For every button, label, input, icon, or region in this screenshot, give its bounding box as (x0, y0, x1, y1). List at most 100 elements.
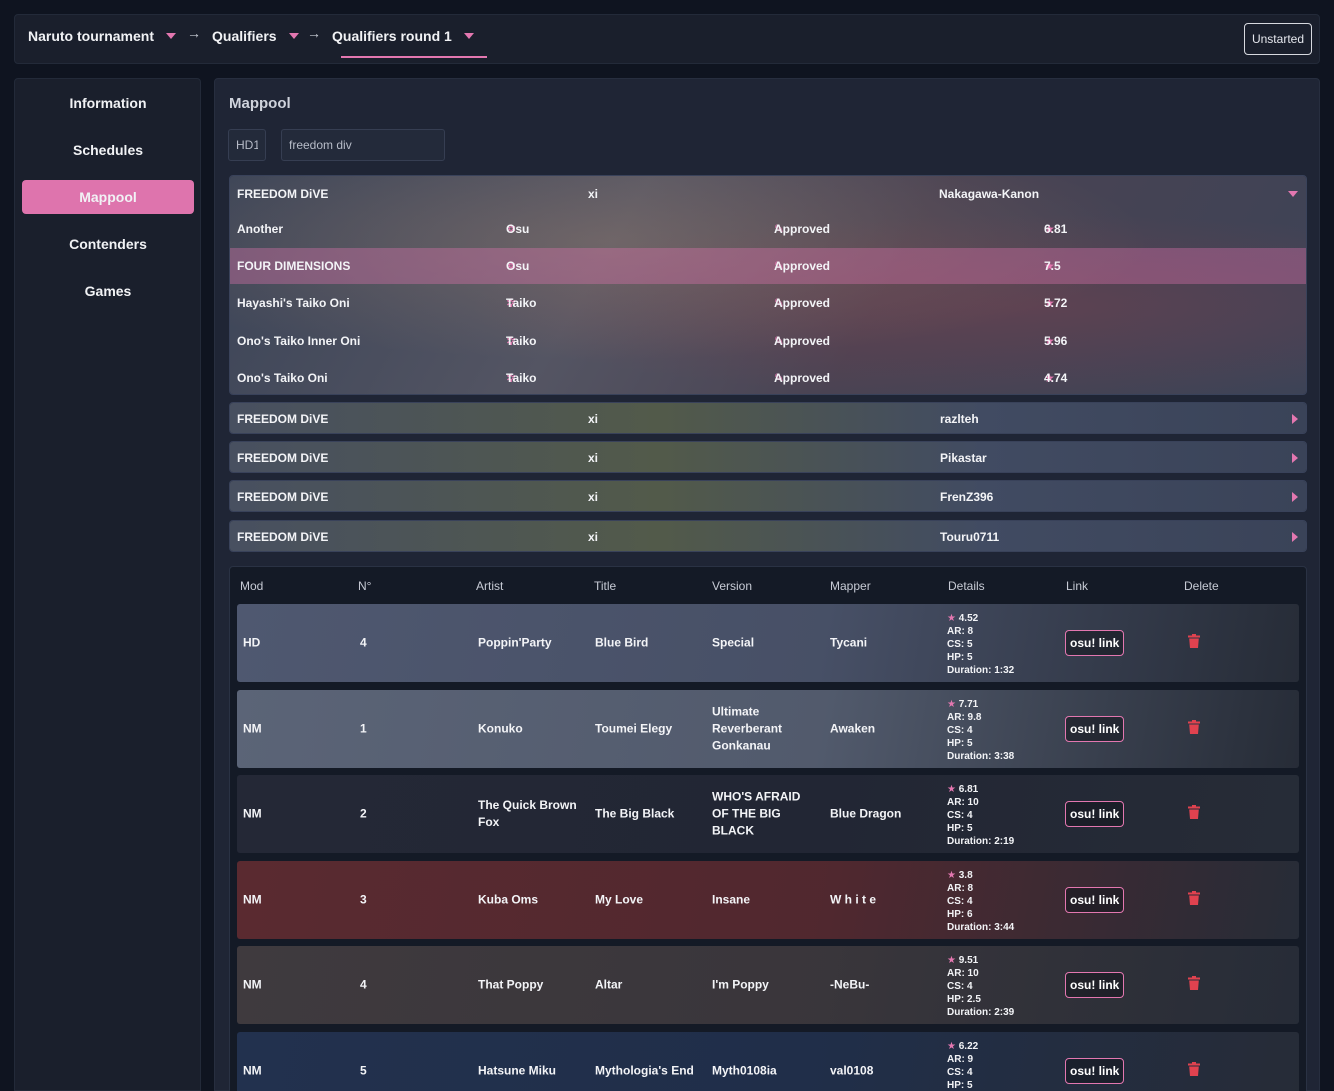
sidebar-item-contenders[interactable]: Contenders (22, 227, 194, 261)
osu-link-button[interactable]: osu! link (1065, 1057, 1125, 1084)
number-cell: 1 (360, 721, 367, 735)
beatmapset-panel[interactable]: FREEDOM DiVE xi FrenZ396 (229, 480, 1307, 512)
main-content: Mappool FREEDOM DiVE xi Nakagawa-Kanon A… (214, 78, 1320, 1091)
details-cell: ★ 7.71 AR: 9.8 CS: 4 HP: 5 Duration: 3:38 (947, 698, 1014, 763)
column-header-link: Link (1066, 579, 1089, 593)
mod-cell: NM (243, 721, 262, 735)
osu-link-button[interactable]: osu! link (1065, 886, 1125, 913)
sidebar-item-mappool[interactable]: Mappool (22, 180, 194, 214)
breadcrumb-round-label: Qualifiers round 1 (332, 28, 452, 44)
breadcrumb: Naruto tournament → Qualifiers → Qualifi… (14, 14, 1320, 64)
detail-cs: CS: 4 (947, 1066, 973, 1078)
chevron-right-icon[interactable] (1292, 414, 1298, 424)
mod-input[interactable] (228, 129, 266, 161)
osu-link-button[interactable]: osu! link (1065, 630, 1125, 656)
star-icon: ★ (947, 784, 956, 795)
beatmapset-artist: xi (588, 412, 599, 426)
osu-link-button[interactable]: osu! link (1065, 801, 1125, 827)
trash-icon[interactable] (1188, 1061, 1200, 1076)
detail-duration: Duration: 2:39 (947, 1007, 1015, 1018)
chevron-down-icon[interactable] (288, 33, 299, 39)
status-label: Approved (774, 259, 831, 273)
beatmapset-panel[interactable]: FREEDOM DiVE xi razlteh (229, 402, 1307, 434)
beatmapset-artist: xi (588, 490, 599, 504)
title-cell: Mythologia's End (595, 1063, 694, 1077)
difficulty-row[interactable]: FOUR DIMENSIONS ✲ Osu ✎ Approved ★ 7.5 (230, 248, 1306, 284)
mod-cell: NM (243, 806, 262, 821)
search-input[interactable] (281, 129, 445, 161)
number-cell: 3 (360, 892, 367, 906)
star-value: 6.81 (1044, 222, 1068, 236)
chevron-down-icon[interactable] (463, 33, 474, 39)
detail-stars: 4.52 (958, 613, 979, 624)
chevron-right-icon[interactable] (1292, 532, 1298, 542)
chevron-down-icon[interactable] (1288, 191, 1298, 197)
beatmapset-artist: xi (588, 187, 599, 201)
difficulty-row[interactable]: Another ✲ Osu ✎ Approved ★ 6.81 (230, 211, 1306, 247)
difficulty-row[interactable]: Ono's Taiko Oni ✲ Taiko ✎ Approved ★ 4.74 (230, 360, 1306, 394)
chevron-down-icon[interactable] (166, 33, 176, 39)
difficulty-row[interactable]: Hayashi's Taiko Oni ✲ Taiko ✎ Approved ★ 5.… (230, 285, 1306, 321)
osu-link-button[interactable]: osu! link (1065, 972, 1125, 998)
chevron-right-icon[interactable] (1292, 453, 1298, 463)
breadcrumb-stage[interactable]: Qualifiers (212, 15, 299, 57)
table-row: NM 3 Kuba Oms My Love Insane W h i t e ★ 3.8 AR… (237, 860, 1299, 939)
status-label: Approved (774, 222, 831, 236)
mapper-cell: W h i t e (830, 892, 876, 906)
beatmapset-panel[interactable]: FREEDOM DiVE xi Touru0711 (229, 520, 1307, 552)
status-button[interactable]: Unstarted (1243, 23, 1312, 55)
table-row: NM 4 That Poppy Altar I'm Poppy -NeBu- ★ 9.51 A… (237, 946, 1299, 1024)
column-header-mapper: Mapper (830, 579, 871, 593)
sidebar-item-games[interactable]: Games (22, 274, 194, 308)
breadcrumb-stage-label: Qualifiers (212, 28, 277, 44)
trash-icon[interactable] (1188, 634, 1200, 648)
sidebar: Information Schedules Mappool Contenders… (14, 78, 201, 1091)
breadcrumb-round[interactable]: Qualifiers round 1 (332, 15, 474, 57)
beatmapset-panel[interactable]: FREEDOM DiVE xi Nakagawa-Kanon Another ✲ … (229, 175, 1307, 395)
details-cell: ★ 9.51 AR: 10 CS: 4 HP: 2.5 Duration: 2:39 (947, 954, 1014, 1019)
sidebar-item-information[interactable]: Information (22, 86, 194, 120)
page-title: Mappool (229, 95, 291, 112)
column-header-details: Details (948, 579, 985, 593)
mode-label: Taiko (506, 334, 537, 348)
detail-ar: AR: 10 (947, 797, 979, 808)
beatmapset-panel[interactable]: FREEDOM DiVE xi Pikastar (229, 441, 1307, 473)
detail-cs: CS: 5 (947, 639, 973, 650)
beatmapset-title: FREEDOM DiVE (237, 187, 329, 201)
beatmapset-artist: xi (588, 530, 599, 544)
difficulty-row[interactable]: Ono's Taiko Inner Oni ✲ Taiko ✎ Approved ★ … (230, 323, 1306, 359)
star-icon: ★ (947, 869, 956, 881)
active-crumb-underline (341, 56, 487, 58)
osu-link-button[interactable]: osu! link (1065, 715, 1125, 742)
version-cell: Myth0108ia (712, 1063, 777, 1077)
trash-icon[interactable] (1188, 976, 1200, 990)
details-cell: ★ 6.22 AR: 9 CS: 4 HP: 5 (947, 1040, 978, 1091)
mapper-cell: Blue Dragon (830, 806, 902, 821)
mapper-cell: Tycani (830, 635, 868, 650)
trash-icon[interactable] (1188, 719, 1200, 734)
chevron-right-icon[interactable] (1292, 492, 1298, 502)
mod-cell: NM (243, 977, 262, 992)
detail-cs: CS: 4 (947, 724, 973, 736)
mod-cell: NM (243, 1063, 262, 1077)
version-cell: Insane (712, 892, 751, 906)
table-row: NM 5 Hatsune Miku Mythologia's End Myth0108i… (237, 1031, 1299, 1091)
trash-icon[interactable] (1188, 890, 1200, 905)
detail-ar: AR: 9.8 (947, 711, 982, 723)
detail-duration: Duration: 2:19 (947, 836, 1015, 847)
version-cell: Ultimate Reverberant Gonkanau (712, 704, 783, 752)
mod-cell: HD (243, 635, 261, 650)
sidebar-item-schedules[interactable]: Schedules (22, 133, 194, 167)
beatmapset-creator: FrenZ396 (940, 490, 994, 504)
trash-icon[interactable] (1188, 805, 1200, 819)
beatmapset-header[interactable]: FREEDOM DiVE xi Nakagawa-Kanon (230, 176, 1306, 212)
title-cell: The Big Black (595, 806, 675, 821)
breadcrumb-tournament[interactable]: Naruto tournament (28, 15, 176, 57)
status-label: Approved (774, 334, 831, 348)
detail-cs: CS: 4 (947, 981, 973, 992)
detail-ar: AR: 9 (947, 1053, 974, 1065)
number-cell: 4 (360, 977, 367, 992)
detail-ar: AR: 8 (947, 882, 974, 894)
number-cell: 4 (360, 635, 367, 650)
beatmapset-creator: Pikastar (940, 451, 987, 465)
